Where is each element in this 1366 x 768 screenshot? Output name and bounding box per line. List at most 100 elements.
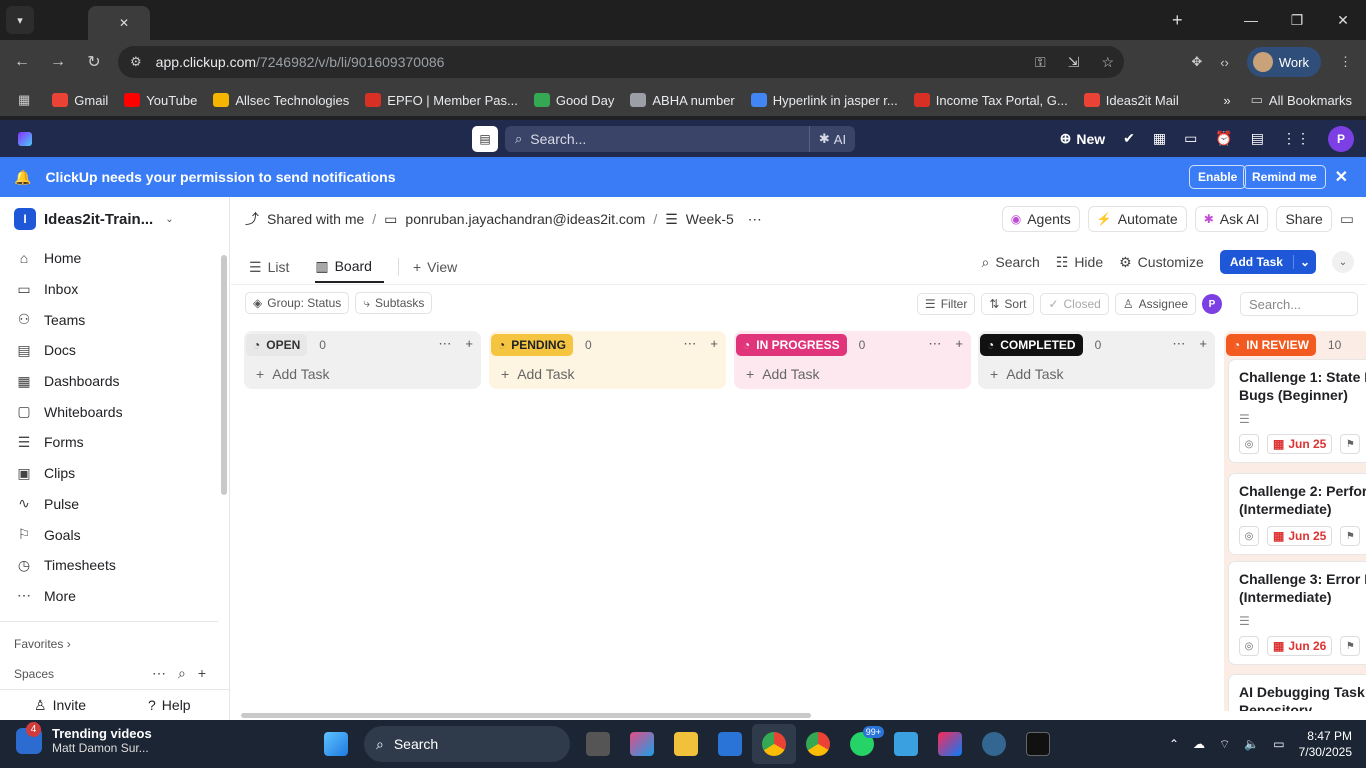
forward-icon[interactable]: → [40, 53, 76, 71]
share-button[interactable]: Share [1276, 206, 1332, 232]
hide-button[interactable]: ☷ Hide [1056, 254, 1103, 271]
tab[interactable] [932, 0, 978, 456]
tab[interactable] [288, 0, 334, 456]
add-task-row[interactable]: + Add Task [244, 359, 481, 389]
doc-icon[interactable]: ▤ [1251, 130, 1264, 147]
start-button[interactable] [314, 724, 358, 764]
chrome-app[interactable] [796, 724, 840, 764]
bookmark-item[interactable]: Gmail [52, 93, 108, 108]
bookmark-item[interactable]: Ideas2it Mail [1083, 93, 1179, 108]
assignee-avatar[interactable]: P [1202, 294, 1222, 314]
tab[interactable] [1070, 0, 1116, 456]
workspace-switcher[interactable]: I Ideas2it-Train... ⌄ [0, 197, 229, 241]
sidebar-item-whiteboards[interactable]: ▢ Whiteboards [0, 396, 229, 427]
plus-icon[interactable]: + [1199, 336, 1207, 352]
tab[interactable] [564, 0, 610, 456]
add-view-button[interactable]: + View [413, 251, 469, 283]
close-window-icon[interactable]: ✕ [1320, 0, 1366, 40]
address-bar[interactable]: ⚙ app.clickup.com/7246982/v/b/li/9016093… [118, 46, 1124, 78]
tab[interactable]: ✦ [978, 0, 1024, 456]
cloud-icon[interactable]: ☁ [1193, 737, 1205, 751]
tab[interactable] [380, 0, 426, 456]
tab[interactable]: ⋔ [886, 0, 932, 454]
more-icon[interactable]: ⋯ [683, 336, 696, 352]
tab[interactable]: M [610, 0, 656, 456]
new-tab-icon[interactable]: + [1172, 10, 1183, 31]
tab[interactable] [702, 0, 748, 456]
tab[interactable] [242, 0, 288, 456]
filter-chip[interactable]: ☰ Filter [916, 293, 976, 315]
due-date[interactable]: ▦ Jun 25 [1267, 434, 1333, 454]
tab-clickup-active[interactable]: ✕ [88, 6, 150, 462]
bookmark-item[interactable]: Income Tax Portal, G... [913, 93, 1068, 108]
m365-app[interactable] [620, 724, 664, 764]
reload-icon[interactable]: ↻ [76, 52, 112, 72]
tab-search-button[interactable]: ▾ [6, 6, 34, 34]
devtools-icon[interactable]: ‹› [1220, 55, 1229, 70]
chrome-app-active[interactable] [752, 724, 796, 764]
agents-button[interactable]: ◉ Agents [1001, 206, 1080, 232]
flag-icon[interactable]: ⚑ [1340, 434, 1361, 454]
sidebar-item-clips[interactable]: ▣ Clips [0, 458, 229, 489]
menu-icon[interactable]: ⋮ [1339, 54, 1352, 70]
tab-gmail[interactable]: M [42, 0, 88, 456]
intellij-app[interactable] [928, 724, 972, 764]
sidebar-item-dashboards[interactable]: ▦ Dashboards [0, 366, 229, 397]
tab[interactable] [196, 0, 242, 456]
remind-me-button[interactable]: Remind me [1243, 165, 1326, 189]
tab[interactable] [656, 0, 702, 456]
chevron-down-icon[interactable]: ⌄ [1292, 255, 1316, 269]
status-badge[interactable]: ◔ PENDING [491, 334, 573, 356]
search-icon[interactable]: ⌕ [178, 665, 186, 682]
task-card[interactable]: AI Debugging Task - Ca Repository [1228, 674, 1366, 711]
ai-button[interactable]: ✱ AI [809, 126, 855, 152]
close-icon[interactable]: ✕ [1335, 167, 1348, 187]
task-card[interactable]: Challenge 2: Performar (Intermediate) ◎ ▦Ju… [1228, 473, 1366, 555]
customize-button[interactable]: ⚙ Customize [1119, 254, 1204, 271]
subtasks-chip[interactable]: ⤷ Subtasks [355, 292, 433, 314]
more-icon[interactable]: ⋯ [152, 665, 166, 682]
status-badge[interactable]: ◔ IN PROGRESS [736, 334, 847, 356]
news-widget[interactable]: 4 Trending videos Matt Damon Sur... [16, 721, 152, 755]
sidebar-item-more[interactable]: ⋯ More [0, 581, 229, 612]
taskbar-search[interactable]: ⌕ Search [364, 726, 570, 762]
more-icon[interactable]: ⋯ [928, 336, 941, 352]
tab-board[interactable]: ▥ Board [315, 251, 384, 283]
bookmark-item[interactable]: YouTube [124, 93, 197, 108]
notepad-app[interactable] [884, 724, 928, 764]
assignee-chip[interactable]: ♙ Assignee [1114, 293, 1196, 315]
status-badge[interactable]: ◔ COMPLETED [980, 334, 1083, 356]
site-info-icon[interactable]: ⚙ [130, 54, 142, 70]
group-status-chip[interactable]: ◈ Group: Status [245, 292, 350, 314]
automate-button[interactable]: ⚡ Automate [1087, 206, 1187, 232]
more-icon[interactable]: ⋯ [438, 336, 451, 352]
due-date[interactable]: ▦ Jun 26 [1267, 636, 1333, 656]
key-icon[interactable]: ⚿ [1035, 54, 1046, 71]
sidebar-item-timesheets[interactable]: ◷ Timesheets [0, 550, 229, 581]
sidebar-scrollbar[interactable] [221, 255, 227, 495]
flag-icon[interactable]: ⚑ [1340, 636, 1361, 656]
extensions-icon[interactable]: ✥ [1191, 54, 1202, 70]
breadcrumb-list[interactable]: Week-5 [686, 211, 734, 227]
bookmark-item[interactable]: Hyperlink in jasper r... [750, 93, 898, 108]
add-task-button[interactable]: Add Task ⌄ [1219, 250, 1316, 274]
sidebar-item-inbox[interactable]: ▭ Inbox [0, 274, 229, 305]
app[interactable] [1016, 724, 1060, 764]
tab[interactable] [150, 0, 196, 456]
status-badge[interactable]: ◔ OPEN [246, 334, 308, 356]
calendar-icon[interactable]: ▤ [472, 126, 498, 152]
install-icon[interactable]: ⇲ [1068, 54, 1080, 71]
sidebar-item-forms[interactable]: ☰ Forms [0, 427, 229, 458]
volume-icon[interactable]: 🔈 [1244, 737, 1259, 751]
breadcrumb-owner[interactable]: ponruban.jayachandran@ideas2it.com [405, 211, 645, 227]
store-app[interactable] [708, 724, 752, 764]
postgres-app[interactable] [972, 724, 1016, 764]
bookmark-item[interactable]: Allsec Technologies [213, 93, 349, 108]
closed-chip[interactable]: ✓ Closed [1040, 293, 1109, 315]
add-task-row[interactable]: + Add Task [489, 359, 726, 389]
task-card[interactable]: Challenge 3: Error Han (Intermediate) ☰ ◎ ▦J… [1228, 561, 1366, 665]
bookmark-item[interactable]: ABHA number [630, 93, 735, 108]
profile-button[interactable]: Work [1246, 47, 1321, 77]
tab[interactable] [334, 0, 380, 456]
chevron-up-icon[interactable]: ⌃ [1169, 737, 1179, 751]
